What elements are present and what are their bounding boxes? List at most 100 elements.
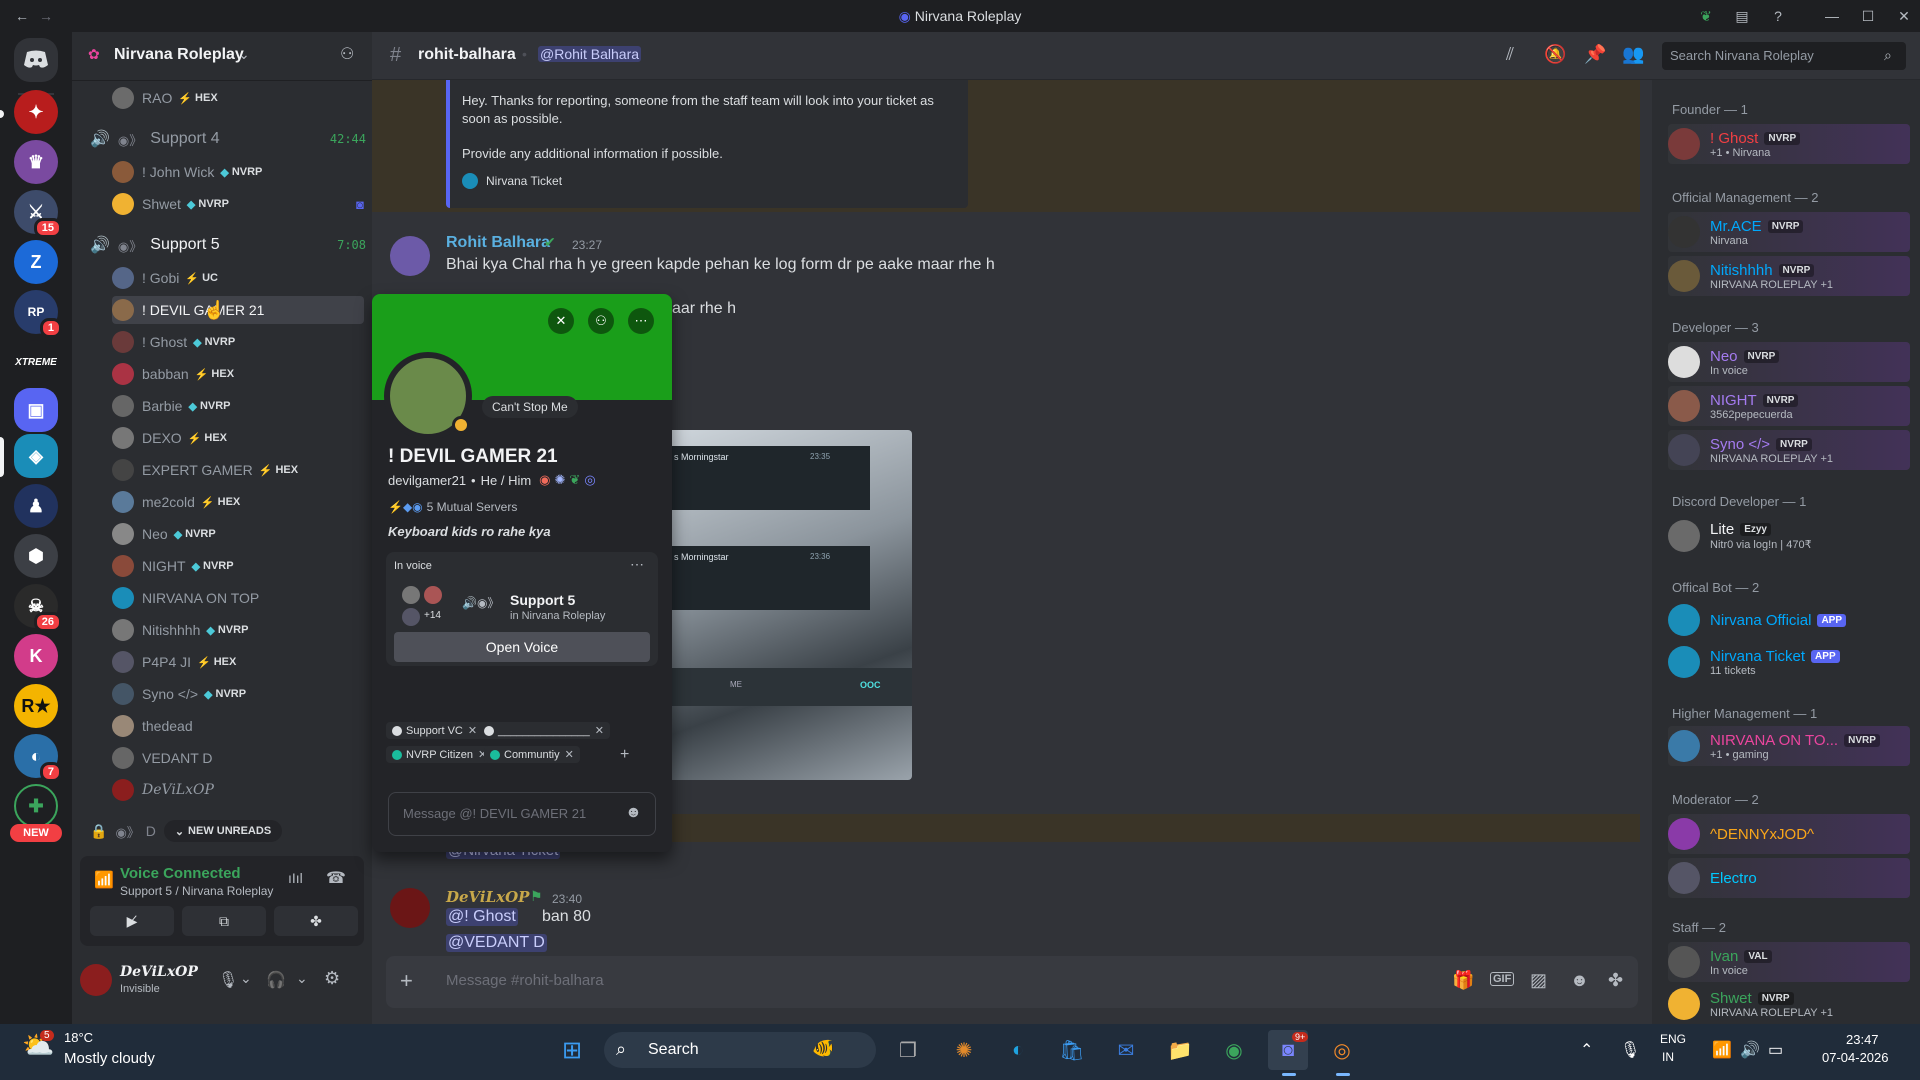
voice-user[interactable]: ! Ghost ◆ NVRP <box>112 328 364 356</box>
gif-icon[interactable]: GIF <box>1490 972 1515 986</box>
member-item[interactable]: Neo NVRP In voice <box>1668 342 1910 382</box>
server-icon-5[interactable]: RP 1 <box>14 290 62 338</box>
member-item[interactable]: NIRVANA ON TO... NVRP +1 • gaming <box>1668 726 1910 766</box>
voice-user[interactable]: VEDANT D <box>112 744 364 772</box>
chrome-icon[interactable]: ◉ <box>1214 1030 1254 1070</box>
open-voice-button[interactable]: Open Voice <box>394 632 650 662</box>
mutual-servers[interactable]: ⚡◆◉ 5 Mutual Servers <box>388 500 517 514</box>
signal-icon[interactable]: 📶 <box>94 870 114 890</box>
chevron-down-icon[interactable]: ⌄ <box>296 970 308 987</box>
voice-user[interactable]: Nitishhhh ◆ NVRP <box>112 616 364 644</box>
role-chip[interactable]: Support VC ✕ <box>386 722 484 739</box>
close-icon[interactable]: ✕ <box>1894 6 1914 26</box>
emoji-icon[interactable]: ☻ <box>625 804 642 822</box>
voice-user[interactable]: DEXO ⚡ HEX <box>112 424 364 452</box>
member-item[interactable]: Mr.ACE NVRP Nirvana <box>1668 212 1910 252</box>
copilot-icon[interactable]: ✺ <box>944 1030 984 1070</box>
discord-taskbar-icon[interactable]: ◙ 9+ <box>1268 1030 1309 1070</box>
mention[interactable]: @! Ghost <box>446 908 518 926</box>
avatar[interactable] <box>80 964 112 996</box>
settings-gear-icon[interactable]: ⚙ <box>324 968 340 989</box>
voice-user[interactable]: ! DEVIL GAMER 21 <box>112 296 364 324</box>
close-voice-icon[interactable]: ✕ <box>548 308 574 334</box>
voice-user[interactable]: EXPERT GAMER ⚡ HEX <box>112 456 364 484</box>
outlook-icon[interactable]: ✉ <box>1106 1030 1146 1070</box>
wifi-icon[interactable]: 📶 <box>1712 1040 1732 1060</box>
popout-message-box[interactable]: Message @! DEVIL GAMER 21 ☻ <box>388 792 656 836</box>
member-item[interactable]: Nitishhhh NVRP NIRVANA ROLEPLAY +1 <box>1668 256 1910 296</box>
member-item[interactable]: ! Ghost NVRP +1 • Nirvana <box>1668 124 1910 164</box>
invite-people-icon[interactable]: ⚇ <box>340 44 354 64</box>
store-icon[interactable]: 🛍 <box>1052 1030 1092 1070</box>
headphones-icon[interactable]: 🎧 <box>266 970 286 990</box>
member-list-icon[interactable]: 👥 <box>1622 44 1644 65</box>
role-chip[interactable]: Communtiy ✕ <box>484 746 580 763</box>
apps-icon[interactable]: ✤ <box>1608 970 1623 991</box>
screen-share-button[interactable]: ⧉ <box>182 906 266 936</box>
avatar[interactable] <box>390 888 430 928</box>
remove-role-icon[interactable]: ✕ <box>565 748 574 761</box>
server-xtreme-icon[interactable]: XTREME <box>14 340 58 384</box>
new-unreads-button[interactable]: ⌄ NEW UNREADS <box>164 820 282 842</box>
server-icon-2[interactable]: ♛ <box>14 140 58 184</box>
voice-user[interactable]: babban ⚡ HEX <box>112 360 364 388</box>
role-chip[interactable]: NVRP Citizen ✕ <box>386 746 494 763</box>
member-item[interactable]: Nirvana Ticket APP 11 tickets <box>1668 642 1910 682</box>
mention[interactable]: @VEDANT D <box>446 934 547 952</box>
more-options-icon[interactable]: ⋯ <box>628 308 654 334</box>
voice-user[interactable]: P4P4 JI ⚡ HEX <box>112 648 364 676</box>
help-icon[interactable]: ? <box>1768 6 1788 26</box>
threads-icon[interactable]: ⫽ <box>1506 44 1514 65</box>
inbox-icon[interactable]: ▤ <box>1732 6 1752 26</box>
new-badge[interactable]: NEW <box>10 824 62 842</box>
channel-topic-mention[interactable]: @Rohit Balhara <box>538 46 642 62</box>
voice-channel-support-4[interactable]: 🔊 ◉》 Support 4 42:44 <box>90 124 366 154</box>
role-chip[interactable]: _______________ ✕ <box>478 722 610 739</box>
voice-user[interactable]: Barbie ◆ NVRP <box>112 392 364 420</box>
member-item[interactable]: Shwet NVRP NIRVANA ROLEPLAY +1 <box>1668 984 1910 1024</box>
more-options-icon[interactable]: ⋯ <box>630 556 644 573</box>
attach-plus-icon[interactable]: + <box>400 968 413 994</box>
camera-button[interactable]: ▶̸ <box>90 906 174 936</box>
server-nirvana-icon[interactable]: ◈ <box>14 434 58 478</box>
voice-user[interactable]: ! Gobi ⚡ UC <box>112 264 364 292</box>
chevron-down-icon[interactable]: ⌄ <box>240 970 252 987</box>
edge-icon[interactable]: ◐ <box>998 1030 1038 1070</box>
firefox-icon[interactable]: ◎ <box>1322 1030 1362 1070</box>
voice-user[interactable]: DeViLxOP <box>112 776 364 804</box>
weather-temp[interactable]: 18°C <box>64 1030 93 1045</box>
voice-user[interactable]: Shwet ◆ NVRP ◙ <box>112 190 364 218</box>
server-folder-icon[interactable]: ▣ <box>14 388 58 432</box>
server-icon-11[interactable]: K <box>14 634 58 678</box>
sticker-icon[interactable]: ▨ <box>1530 970 1547 991</box>
voice-user-rao[interactable]: RAO ⚡ HEX <box>112 84 364 112</box>
server-rockstar-icon[interactable]: R★ <box>14 684 58 728</box>
voice-user[interactable]: ! John Wick ◆ NVRP <box>112 158 364 186</box>
pinned-icon[interactable]: 📌 <box>1584 44 1606 65</box>
member-item[interactable]: ^DENNYxJOD^ <box>1668 814 1910 854</box>
voice-channel-link[interactable]: Support 5 / Nirvana Roleplay <box>120 884 273 898</box>
message-composer[interactable]: + Message #rohit-balhara 🎁 GIF ▨ ☻ ✤ <box>386 956 1638 1008</box>
member-item[interactable]: Electro <box>1668 858 1910 898</box>
message-author[interactable]: DeViLxOP <box>446 888 529 906</box>
minimize-icon[interactable]: — <box>1822 6 1842 26</box>
noise-suppression-icon[interactable]: ıIıl <box>288 870 303 886</box>
microphone-icon[interactable]: 🎙 <box>1620 1040 1640 1060</box>
windows-start-icon[interactable]: ⊞ <box>552 1030 592 1070</box>
language-1[interactable]: ENG <box>1660 1032 1686 1046</box>
search-box[interactable]: Search Nirvana Roleplay ⌕ <box>1662 42 1906 70</box>
voice-user[interactable]: Syno </> ◆ NVRP <box>112 680 364 708</box>
language-2[interactable]: IN <box>1662 1050 1674 1064</box>
voice-channel-support-5[interactable]: 🔊 ◉》 Support 5 7:08 <box>90 230 366 260</box>
chevron-up-icon[interactable]: ⌃ <box>1580 1040 1593 1060</box>
member-item[interactable]: Lite Ezyy Nitr0 via log!n | 470₹ <box>1668 516 1910 556</box>
taskbar-search[interactable]: ⌕ Search 🐠 <box>604 1032 876 1068</box>
add-role-icon[interactable]: + <box>620 746 629 764</box>
server-icon-4[interactable]: Z <box>14 240 58 284</box>
volume-icon[interactable]: 🔊 <box>1740 1040 1760 1060</box>
gift-icon[interactable]: 🎁 <box>1452 970 1474 991</box>
disconnect-icon[interactable]: ☎ <box>326 868 346 888</box>
voice-user[interactable]: NIGHT ◆ NVRP <box>112 552 364 580</box>
emoji-icon[interactable]: ☻ <box>1570 970 1589 991</box>
clock-date[interactable]: 07-04-2026 <box>1822 1050 1889 1065</box>
